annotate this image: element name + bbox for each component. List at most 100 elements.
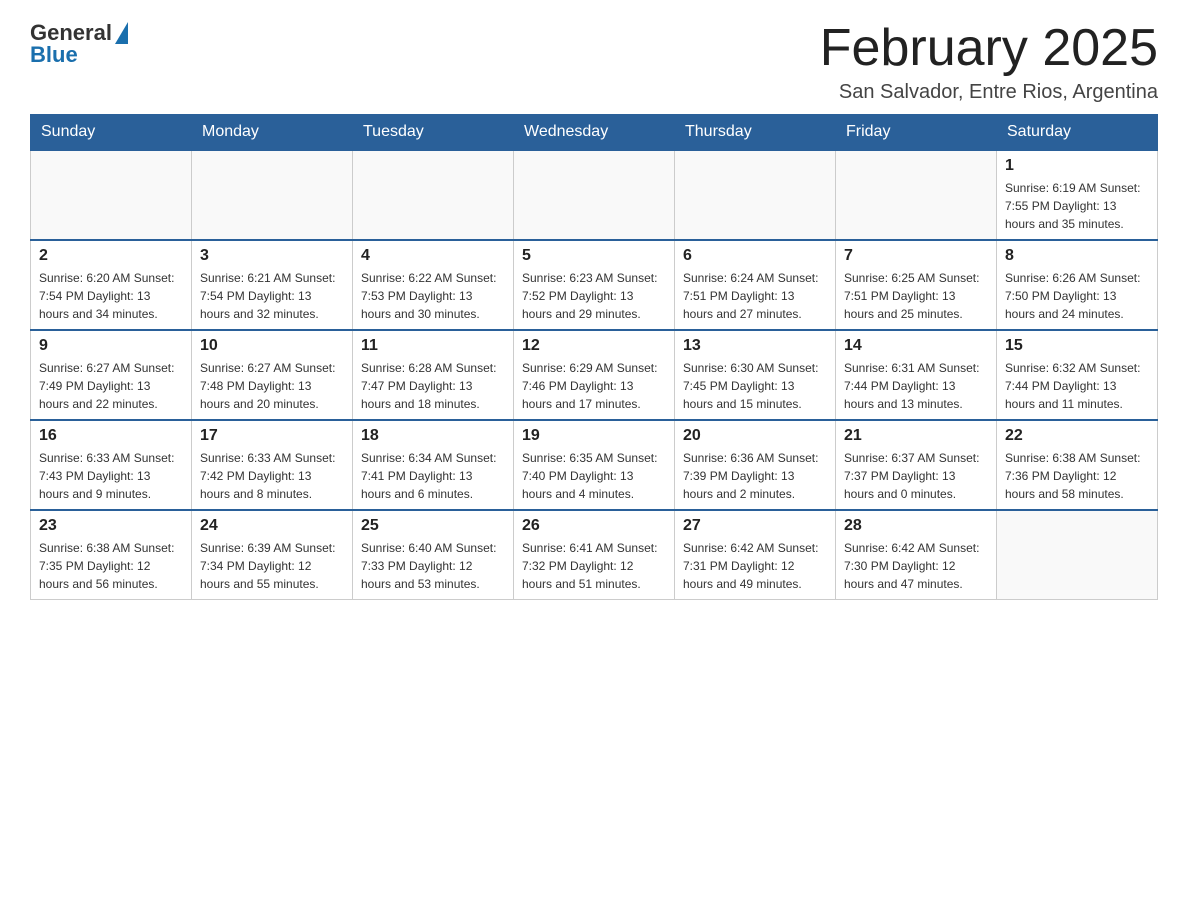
day-info: Sunrise: 6:38 AM Sunset: 7:35 PM Dayligh…	[39, 539, 183, 593]
logo-line2: Blue	[30, 42, 78, 68]
day-info: Sunrise: 6:20 AM Sunset: 7:54 PM Dayligh…	[39, 269, 183, 323]
day-number: 27	[683, 517, 827, 535]
day-info: Sunrise: 6:40 AM Sunset: 7:33 PM Dayligh…	[361, 539, 505, 593]
day-number: 17	[200, 427, 344, 445]
table-row: 24 Sunrise: 6:39 AM Sunset: 7:34 PM Dayli…	[192, 510, 353, 600]
table-row: 18Sunrise: 6:34 AM Sunset: 7:41 PM Dayli…	[353, 420, 514, 510]
day-info: Sunrise: 6:31 AM Sunset: 7:44 PM Dayligh…	[844, 359, 988, 413]
day-number: 16	[39, 427, 183, 445]
col-friday: Friday	[836, 115, 997, 151]
day-number: 8	[1005, 247, 1149, 265]
day-number: 26	[522, 517, 666, 535]
day-info: Sunrise: 6:34 AM Sunset: 7:41 PM Dayligh…	[361, 449, 505, 503]
day-number: 7	[844, 247, 988, 265]
day-number: 23	[39, 517, 183, 535]
day-number: 14	[844, 337, 988, 355]
day-info: Sunrise: 6:30 AM Sunset: 7:45 PM Dayligh…	[683, 359, 827, 413]
day-number: 28	[844, 517, 988, 535]
day-number: 21	[844, 427, 988, 445]
table-row: 14 Sunrise: 6:31 AM Sunset: 7:44 PM Dayli…	[836, 330, 997, 420]
day-number: 10	[200, 337, 344, 355]
table-row: 7 Sunrise: 6:25 AM Sunset: 7:51 PM Daylig…	[836, 240, 997, 330]
col-wednesday: Wednesday	[514, 115, 675, 151]
day-number: 5	[522, 247, 666, 265]
table-row: 11Sunrise: 6:28 AM Sunset: 7:47 PM Dayli…	[353, 330, 514, 420]
calendar-table: Sunday Monday Tuesday Wednesday Thursday…	[30, 114, 1158, 600]
table-row: 21 Sunrise: 6:37 AM Sunset: 7:37 PM Dayli…	[836, 420, 997, 510]
day-info: Sunrise: 6:37 AM Sunset: 7:37 PM Dayligh…	[844, 449, 988, 503]
table-row: 19 Sunrise: 6:35 AM Sunset: 7:40 PM Dayli…	[514, 420, 675, 510]
day-number: 20	[683, 427, 827, 445]
day-number: 24	[200, 517, 344, 535]
calendar-week-row: 2 Sunrise: 6:20 AM Sunset: 7:54 PM Daylig…	[31, 240, 1158, 330]
day-info: Sunrise: 6:39 AM Sunset: 7:34 PM Dayligh…	[200, 539, 344, 593]
logo: General Blue	[30, 20, 128, 68]
day-info: Sunrise: 6:29 AM Sunset: 7:46 PM Dayligh…	[522, 359, 666, 413]
table-row: 28 Sunrise: 6:42 AM Sunset: 7:30 PM Dayli…	[836, 510, 997, 600]
day-info: Sunrise: 6:23 AM Sunset: 7:52 PM Dayligh…	[522, 269, 666, 323]
title-block: February 2025 San Salvador, Entre Rios, …	[820, 20, 1158, 104]
table-row	[514, 150, 675, 240]
day-info: Sunrise: 6:42 AM Sunset: 7:31 PM Dayligh…	[683, 539, 827, 593]
table-row: 25 Sunrise: 6:40 AM Sunset: 7:33 PM Dayli…	[353, 510, 514, 600]
logo-triangle-icon	[115, 22, 128, 44]
day-info: Sunrise: 6:19 AM Sunset: 7:55 PM Dayligh…	[1005, 179, 1149, 233]
page-header: General Blue February 2025 San Salvador,…	[30, 20, 1158, 104]
day-info: Sunrise: 6:38 AM Sunset: 7:36 PM Dayligh…	[1005, 449, 1149, 503]
day-info: Sunrise: 6:36 AM Sunset: 7:39 PM Dayligh…	[683, 449, 827, 503]
col-sunday: Sunday	[31, 115, 192, 151]
day-number: 9	[39, 337, 183, 355]
table-row: 12 Sunrise: 6:29 AM Sunset: 7:46 PM Dayli…	[514, 330, 675, 420]
table-row: 3 Sunrise: 6:21 AM Sunset: 7:54 PM Daylig…	[192, 240, 353, 330]
table-row: 10 Sunrise: 6:27 AM Sunset: 7:48 PM Dayli…	[192, 330, 353, 420]
col-thursday: Thursday	[675, 115, 836, 151]
day-number: 22	[1005, 427, 1149, 445]
day-number: 3	[200, 247, 344, 265]
day-info: Sunrise: 6:35 AM Sunset: 7:40 PM Dayligh…	[522, 449, 666, 503]
table-row: 26 Sunrise: 6:41 AM Sunset: 7:32 PM Dayli…	[514, 510, 675, 600]
table-row: 16 Sunrise: 6:33 AM Sunset: 7:43 PM Dayli…	[31, 420, 192, 510]
calendar-week-row: 9 Sunrise: 6:27 AM Sunset: 7:49 PM Daylig…	[31, 330, 1158, 420]
day-number: 13	[683, 337, 827, 355]
table-row: 15 Sunrise: 6:32 AM Sunset: 7:44 PM Dayli…	[997, 330, 1158, 420]
table-row	[353, 150, 514, 240]
table-row: 1 Sunrise: 6:19 AM Sunset: 7:55 PM Daylig…	[997, 150, 1158, 240]
table-row	[675, 150, 836, 240]
day-info: Sunrise: 6:21 AM Sunset: 7:54 PM Dayligh…	[200, 269, 344, 323]
day-number: 4	[361, 247, 505, 265]
day-info: Sunrise: 6:27 AM Sunset: 7:49 PM Dayligh…	[39, 359, 183, 413]
location-subtitle: San Salvador, Entre Rios, Argentina	[820, 81, 1158, 104]
day-number: 19	[522, 427, 666, 445]
day-info: Sunrise: 6:41 AM Sunset: 7:32 PM Dayligh…	[522, 539, 666, 593]
month-title: February 2025	[820, 20, 1158, 77]
table-row: 6Sunrise: 6:24 AM Sunset: 7:51 PM Daylig…	[675, 240, 836, 330]
day-number: 12	[522, 337, 666, 355]
table-row	[192, 150, 353, 240]
day-info: Sunrise: 6:22 AM Sunset: 7:53 PM Dayligh…	[361, 269, 505, 323]
day-info: Sunrise: 6:28 AM Sunset: 7:47 PM Dayligh…	[361, 359, 505, 413]
calendar-week-row: 16 Sunrise: 6:33 AM Sunset: 7:43 PM Dayli…	[31, 420, 1158, 510]
table-row: 13 Sunrise: 6:30 AM Sunset: 7:45 PM Dayli…	[675, 330, 836, 420]
calendar-header-row: Sunday Monday Tuesday Wednesday Thursday…	[31, 115, 1158, 151]
table-row: 23 Sunrise: 6:38 AM Sunset: 7:35 PM Dayli…	[31, 510, 192, 600]
day-info: Sunrise: 6:25 AM Sunset: 7:51 PM Dayligh…	[844, 269, 988, 323]
day-info: Sunrise: 6:42 AM Sunset: 7:30 PM Dayligh…	[844, 539, 988, 593]
day-number: 1	[1005, 157, 1149, 175]
day-info: Sunrise: 6:26 AM Sunset: 7:50 PM Dayligh…	[1005, 269, 1149, 323]
table-row: 9 Sunrise: 6:27 AM Sunset: 7:49 PM Daylig…	[31, 330, 192, 420]
day-info: Sunrise: 6:32 AM Sunset: 7:44 PM Dayligh…	[1005, 359, 1149, 413]
day-number: 15	[1005, 337, 1149, 355]
day-info: Sunrise: 6:27 AM Sunset: 7:48 PM Dayligh…	[200, 359, 344, 413]
day-info: Sunrise: 6:33 AM Sunset: 7:43 PM Dayligh…	[39, 449, 183, 503]
day-number: 2	[39, 247, 183, 265]
calendar-week-row: 23 Sunrise: 6:38 AM Sunset: 7:35 PM Dayli…	[31, 510, 1158, 600]
col-tuesday: Tuesday	[353, 115, 514, 151]
table-row	[836, 150, 997, 240]
table-row: 17Sunrise: 6:33 AM Sunset: 7:42 PM Dayli…	[192, 420, 353, 510]
col-monday: Monday	[192, 115, 353, 151]
table-row: 27 Sunrise: 6:42 AM Sunset: 7:31 PM Dayli…	[675, 510, 836, 600]
table-row: 22 Sunrise: 6:38 AM Sunset: 7:36 PM Dayli…	[997, 420, 1158, 510]
day-number: 25	[361, 517, 505, 535]
day-number: 6	[683, 247, 827, 265]
table-row: 20 Sunrise: 6:36 AM Sunset: 7:39 PM Dayli…	[675, 420, 836, 510]
